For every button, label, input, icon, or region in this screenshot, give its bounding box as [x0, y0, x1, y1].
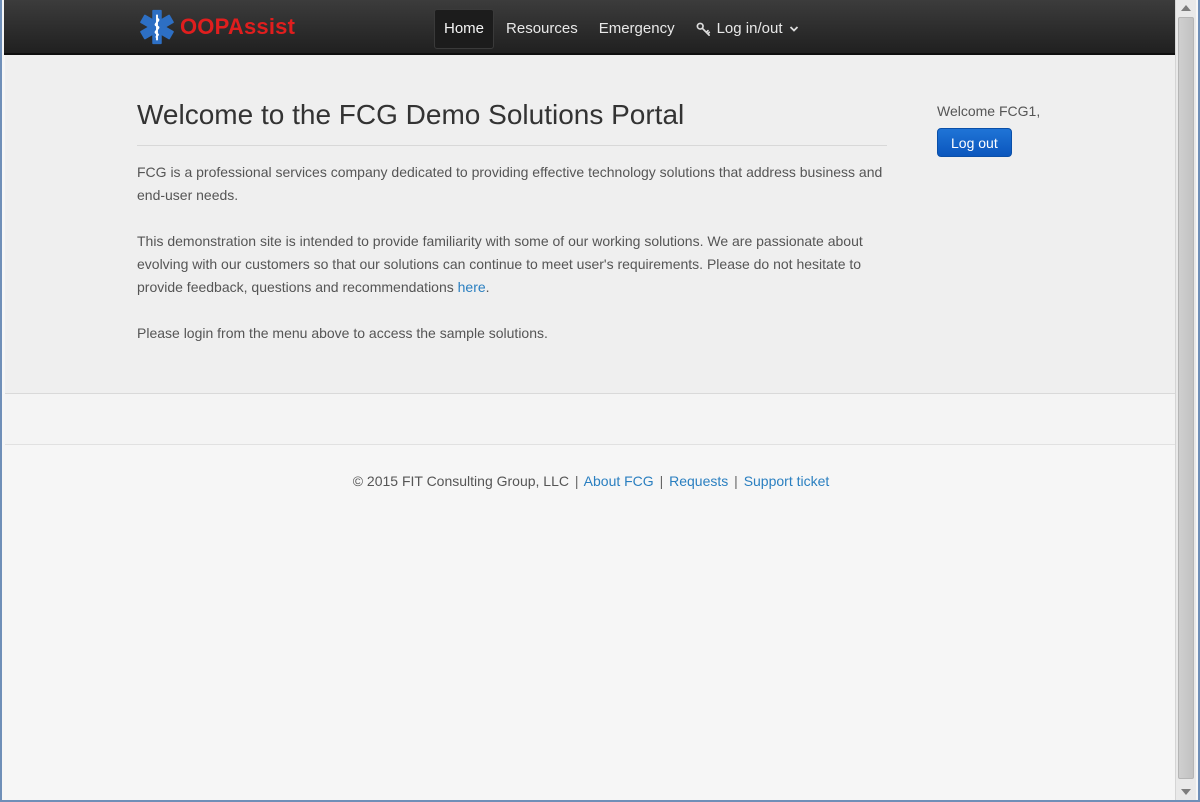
demo-paragraph-text: This demonstration site is intended to p… — [137, 233, 863, 295]
scroll-down-arrow-icon[interactable] — [1181, 789, 1191, 795]
about-link[interactable]: About FCG — [584, 473, 654, 489]
nav-login-dropdown[interactable]: Log in/out — [687, 9, 809, 49]
separator-band — [5, 394, 1177, 445]
brand-name: OOPAssist — [180, 14, 296, 39]
feedback-link[interactable]: here — [458, 279, 486, 295]
title-divider — [137, 145, 887, 146]
footer-separator: | — [574, 473, 579, 489]
main-content: Welcome to the FCG Demo Solutions Portal… — [137, 97, 887, 368]
nav-home[interactable]: Home — [434, 9, 495, 49]
nav-resources[interactable]: Resources — [497, 9, 587, 49]
copyright-text: © 2015 FIT Consulting Group, LLC — [352, 473, 569, 489]
hero-section: Welcome to the FCG Demo Solutions Portal… — [5, 55, 1177, 394]
requests-link[interactable]: Requests — [669, 473, 728, 489]
logout-button[interactable]: Log out — [937, 128, 1012, 157]
scroll-thumb[interactable] — [1178, 17, 1194, 779]
main-nav: Home Resources Emergency Log in/out — [434, 9, 811, 49]
chevron-down-icon — [790, 26, 799, 32]
demo-paragraph-end: . — [485, 279, 490, 295]
footer: © 2015 FIT Consulting Group, LLC | About… — [5, 472, 1177, 490]
scroll-up-arrow-icon[interactable] — [1181, 5, 1191, 11]
footer-separator: | — [659, 473, 664, 489]
navbar: OOPAssist Home Resources Emergency Log i… — [4, 0, 1178, 55]
footer-separator: | — [734, 473, 738, 489]
welcome-message: Welcome FCG1, — [937, 103, 1041, 119]
star-of-life-icon — [140, 9, 174, 45]
nav-login-label: Log in/out — [716, 20, 783, 37]
user-sidebar: Welcome FCG1, Log out — [937, 102, 1040, 157]
demo-paragraph: This demonstration site is intended to p… — [137, 230, 887, 299]
nav-emergency[interactable]: Emergency — [590, 9, 684, 49]
support-ticket-link[interactable]: Support ticket — [744, 473, 830, 489]
page-title: Welcome to the FCG Demo Solutions Portal — [137, 99, 685, 130]
login-paragraph: Please login from the menu above to acce… — [137, 325, 548, 341]
brand-logo[interactable]: OOPAssist — [138, 8, 295, 46]
browser-window: OOPAssist Home Resources Emergency Log i… — [0, 0, 1200, 802]
intro-paragraph: FCG is a professional services company d… — [137, 164, 883, 203]
key-icon — [696, 22, 710, 36]
vertical-scrollbar[interactable] — [1175, 0, 1196, 800]
